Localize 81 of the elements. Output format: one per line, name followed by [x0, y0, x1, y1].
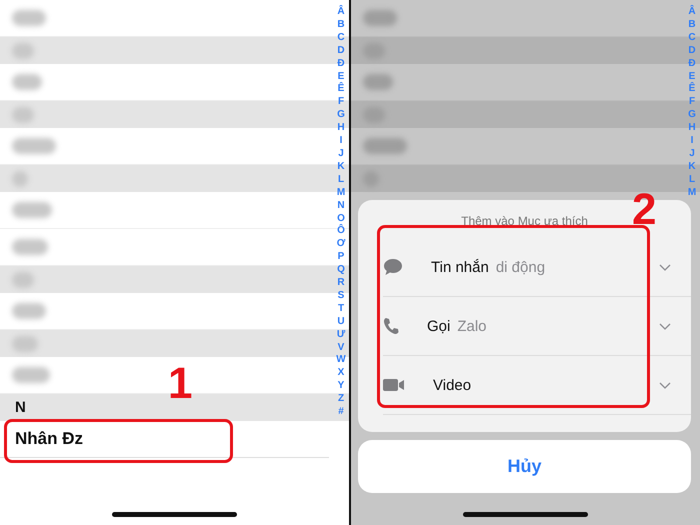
option-detail: Zalo [457, 318, 487, 334]
index-letter[interactable]: F [686, 96, 698, 110]
index-letter[interactable]: B [686, 18, 698, 32]
index-letter[interactable]: Đ [686, 58, 698, 71]
index-letter[interactable]: Q [335, 264, 347, 278]
index-letter[interactable]: Â [686, 6, 698, 19]
index-letter[interactable]: Ê [335, 83, 347, 96]
index-letter[interactable]: Z [335, 393, 347, 406]
blurred-name [12, 367, 50, 383]
index-letter[interactable]: X [335, 367, 347, 380]
index-letter[interactable]: # [335, 406, 347, 419]
blurred-name [363, 138, 407, 154]
video-camera-icon [383, 378, 405, 392]
index-letter[interactable]: H [686, 122, 698, 136]
option-label: Gọi [427, 318, 450, 334]
index-letter[interactable]: Â [335, 6, 347, 19]
blurred-name [12, 138, 56, 154]
index-letter[interactable]: Ư [335, 328, 347, 342]
blurred-name [12, 106, 34, 122]
index-letter[interactable]: D [686, 44, 698, 58]
index-letter[interactable]: O [335, 212, 347, 226]
index-letter[interactable]: L [686, 174, 698, 187]
option-detail: di động [496, 258, 546, 276]
blurred-name [12, 272, 34, 288]
index-letter[interactable]: J [686, 148, 698, 161]
option-label: Tin nhắn [431, 258, 489, 276]
index-letter[interactable]: I [335, 135, 347, 148]
option-label: Video [433, 376, 472, 394]
speech-bubble-icon [383, 258, 403, 276]
chevron-down-icon [659, 382, 671, 388]
index-letter[interactable]: C [335, 32, 347, 45]
index-letter[interactable]: K [686, 160, 698, 174]
index-letter[interactable]: U [335, 316, 347, 329]
blurred-name [12, 170, 28, 186]
blurred-name [363, 10, 397, 26]
index-letter[interactable]: M [335, 186, 347, 200]
blurred-name [12, 239, 48, 255]
step-number: 1 [168, 362, 192, 406]
sheet-option[interactable]: Gọi Zalo [383, 297, 691, 356]
index-letter[interactable]: V [335, 342, 347, 354]
index-letter[interactable]: R [335, 277, 347, 290]
blurred-name [12, 303, 46, 319]
index-letter[interactable]: T [335, 302, 347, 316]
index-letter[interactable]: Ê [686, 83, 698, 96]
phone-icon [383, 317, 399, 335]
index-letter[interactable]: Ô [335, 225, 347, 238]
index-letter[interactable]: N [335, 200, 347, 212]
index-letter[interactable]: B [335, 18, 347, 32]
cancel-button[interactable]: Hủy [358, 440, 691, 493]
blurred-name [12, 74, 42, 90]
index-letter[interactable]: S [335, 290, 347, 303]
index-letter[interactable]: G [335, 109, 347, 122]
index-letter[interactable]: M [686, 186, 698, 200]
blurred-name [12, 10, 46, 26]
index-letter[interactable]: G [686, 109, 698, 122]
index-letter[interactable]: K [335, 160, 347, 174]
index-letter[interactable]: F [335, 96, 347, 110]
index-letter[interactable]: I [686, 135, 698, 148]
sheet-option[interactable]: Video [383, 356, 691, 415]
index-letter[interactable]: H [335, 122, 347, 136]
index-letter[interactable]: J [335, 148, 347, 161]
index-letter[interactable]: W [335, 354, 347, 368]
index-letter[interactable]: E [335, 70, 347, 84]
sheet-option[interactable]: Tin nhắn di động [383, 238, 691, 297]
step-number: 2 [632, 188, 656, 232]
chevron-down-icon [659, 322, 671, 330]
index-letter[interactable]: Ơ [335, 238, 347, 252]
index-letter[interactable]: Y [335, 380, 347, 394]
index-letter[interactable]: D [335, 44, 347, 58]
blurred-name [363, 74, 393, 90]
blurred-name [12, 42, 34, 58]
blurred-name [12, 202, 52, 218]
sheet-title: Thêm vào Mục ưa thích [461, 213, 588, 230]
blurred-name [12, 336, 38, 352]
chevron-down-icon [659, 264, 671, 270]
index-letter[interactable]: L [335, 174, 347, 187]
index-letter[interactable]: P [335, 251, 347, 264]
index-letter[interactable]: Đ [335, 58, 347, 71]
section-header: N [14, 399, 26, 416]
index-letter[interactable]: E [686, 70, 698, 84]
index-letter[interactable]: C [686, 32, 698, 45]
